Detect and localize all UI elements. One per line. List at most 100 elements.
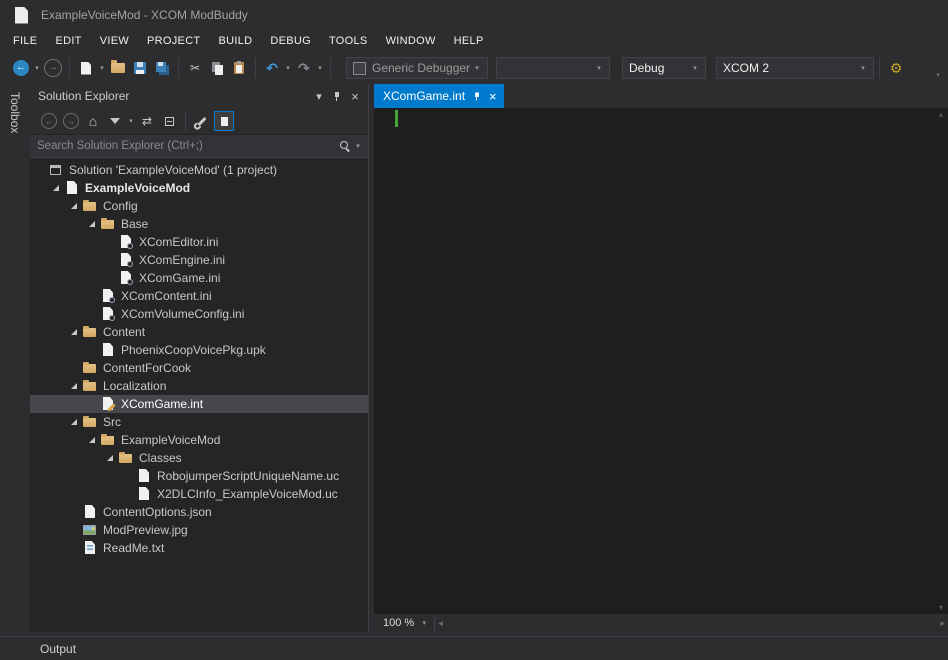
filter-menu-button[interactable]: ▾ — [126, 110, 136, 132]
se-forward-button[interactable]: → — [61, 111, 81, 131]
new-file-menu-button[interactable]: ▾ — [97, 57, 107, 79]
search-icon[interactable] — [339, 140, 351, 152]
menu-item-project[interactable]: PROJECT — [138, 30, 209, 52]
tree-item-classes[interactable]: Classes — [30, 449, 368, 467]
tree-item-readme-txt[interactable]: ReadMe.txt — [30, 539, 368, 557]
solution-platform-combo[interactable]: XCOM 2 ▾ — [716, 57, 874, 79]
tree-item-label: XComGame.ini — [139, 271, 220, 285]
debugger-combo[interactable]: Generic Debugger ▾ — [346, 57, 488, 79]
expander-icon[interactable] — [66, 419, 82, 425]
tree-item-xcomgame-ini[interactable]: XComGame.ini — [30, 269, 368, 287]
folder-icon — [118, 450, 134, 466]
tree-item-xcomgame-int[interactable]: XComGame.int — [30, 395, 368, 413]
close-tab-button[interactable]: × — [489, 90, 497, 103]
copy-button[interactable] — [207, 57, 227, 79]
expander-icon[interactable] — [66, 329, 82, 335]
tools-button[interactable]: ⚙ — [886, 57, 906, 79]
tree-item-examplevoicemod[interactable]: ExampleVoiceMod — [30, 431, 368, 449]
search-input[interactable] — [30, 135, 368, 158]
toolbox-tab[interactable]: Toolbox — [0, 84, 30, 632]
undo-menu-button[interactable]: ▾ — [283, 57, 293, 79]
tree-item-xcomcontent-ini[interactable]: XComContent.ini — [30, 287, 368, 305]
expander-icon[interactable] — [102, 455, 118, 461]
navigate-back-menu-button[interactable]: ▾ — [32, 57, 42, 79]
redo-button[interactable]: ↷ — [294, 57, 314, 79]
expander-icon[interactable] — [84, 221, 100, 227]
save-icon — [134, 62, 146, 74]
tree-item-base[interactable]: Base — [30, 215, 368, 233]
zoom-value: 100 % — [383, 617, 414, 629]
tree-item-xcomengine-ini[interactable]: XComEngine.ini — [30, 251, 368, 269]
se-back-button[interactable]: ← — [39, 111, 59, 131]
save-all-button[interactable] — [152, 57, 172, 79]
paste-button[interactable] — [229, 57, 249, 79]
menu-item-build[interactable]: BUILD — [209, 30, 261, 52]
solution-configuration-combo[interactable]: Debug ▾ — [622, 57, 706, 79]
save-button[interactable] — [130, 57, 150, 79]
pin-icon[interactable] — [473, 91, 482, 101]
pin-icon — [332, 91, 342, 102]
expander-icon[interactable] — [84, 437, 100, 443]
menu-item-edit[interactable]: EDIT — [46, 30, 90, 52]
pin-button[interactable] — [328, 87, 346, 105]
zoom-combo[interactable]: 100 % ▾ — [374, 614, 434, 632]
change-tracking-bar — [395, 110, 398, 127]
new-file-button[interactable] — [76, 57, 96, 79]
tree-item-src[interactable]: Src — [30, 413, 368, 431]
title-bar[interactable]: ExampleVoiceMod - XCOM ModBuddy — [0, 0, 948, 30]
undo-button[interactable]: ↶ — [262, 57, 282, 79]
tree-item-modpreview-jpg[interactable]: ModPreview.jpg — [30, 521, 368, 539]
tree-item-contentforcook[interactable]: ContentForCook — [30, 359, 368, 377]
vertical-scrollbar[interactable]: ▴ ▾ — [934, 108, 948, 614]
code-editor[interactable]: ▴ ▾ — [374, 108, 948, 614]
navigate-forward-button[interactable]: → — [43, 57, 63, 79]
tree-item-config[interactable]: Config — [30, 197, 368, 215]
menu-item-window[interactable]: WINDOW — [377, 30, 445, 52]
open-file-button[interactable] — [108, 57, 128, 79]
expander-icon[interactable] — [66, 383, 82, 389]
close-button[interactable]: × — [346, 87, 364, 105]
editor-tab-xcomgame-int[interactable]: XComGame.int × — [374, 84, 504, 108]
preview-selected-items-toggle[interactable] — [214, 111, 234, 131]
menu-item-tools[interactable]: TOOLS — [320, 30, 377, 52]
menu-item-view[interactable]: VIEW — [91, 30, 138, 52]
redo-menu-button[interactable]: ▾ — [315, 57, 325, 79]
filter-button[interactable] — [105, 111, 125, 131]
tree-item-robojumperscriptuniquename-uc[interactable]: RobojumperScriptUniqueName.uc — [30, 467, 368, 485]
properties-button[interactable] — [192, 111, 212, 131]
output-panel[interactable]: Output — [0, 636, 948, 660]
cut-button[interactable]: ✂ — [185, 57, 205, 79]
tree-item-xcomeditor-ini[interactable]: XComEditor.ini — [30, 233, 368, 251]
tree-item-label: ContentOptions.json — [103, 505, 212, 519]
solution-explorer-header[interactable]: Solution Explorer ▾ × — [30, 84, 368, 108]
collapse-all-button[interactable] — [159, 111, 179, 131]
tree-item-phoenixcoopvoicepkg-upk[interactable]: PhoenixCoopVoicePkg.upk — [30, 341, 368, 359]
window-position-button[interactable]: ▾ — [310, 87, 328, 105]
folder-icon — [100, 216, 116, 232]
int-icon — [100, 396, 116, 412]
expander-icon[interactable] — [48, 185, 64, 191]
tree-item-localization[interactable]: Localization — [30, 377, 368, 395]
tree-item-contentoptions-json[interactable]: ContentOptions.json — [30, 503, 368, 521]
output-panel-title: Output — [40, 642, 76, 656]
sync-active-document-button[interactable]: ⇄ — [137, 111, 157, 131]
expander-icon[interactable] — [66, 203, 82, 209]
tree-item-examplevoicemod[interactable]: ExampleVoiceMod — [30, 179, 368, 197]
debug-target-combo[interactable]: ▾ — [496, 57, 610, 79]
scroll-down-icon: ▾ — [939, 603, 943, 612]
search-options-button[interactable]: ▾ — [353, 135, 363, 157]
toolbar-overflow-button[interactable]: ▾ — [932, 55, 944, 81]
tree-item-x2dlcinfo-examplevoicemod-uc[interactable]: X2DLCInfo_ExampleVoiceMod.uc — [30, 485, 368, 503]
tree-item-solution-examplevoicemod-1-project[interactable]: Solution 'ExampleVoiceMod' (1 project) — [30, 161, 368, 179]
chevron-down-icon: ▾ — [419, 612, 429, 634]
window-title: ExampleVoiceMod - XCOM ModBuddy — [41, 8, 248, 22]
menu-item-debug[interactable]: DEBUG — [261, 30, 320, 52]
tree-item-xcomvolumeconfig-ini[interactable]: XComVolumeConfig.ini — [30, 305, 368, 323]
file-icon — [136, 486, 152, 502]
home-button[interactable]: ⌂ — [83, 111, 103, 131]
tree-item-content[interactable]: Content — [30, 323, 368, 341]
menu-item-help[interactable]: HELP — [445, 30, 493, 52]
menu-item-file[interactable]: FILE — [4, 30, 46, 52]
horizontal-scrollbar[interactable]: ◂ ▸ — [434, 614, 948, 632]
navigate-back-button[interactable]: ← — [11, 57, 31, 79]
